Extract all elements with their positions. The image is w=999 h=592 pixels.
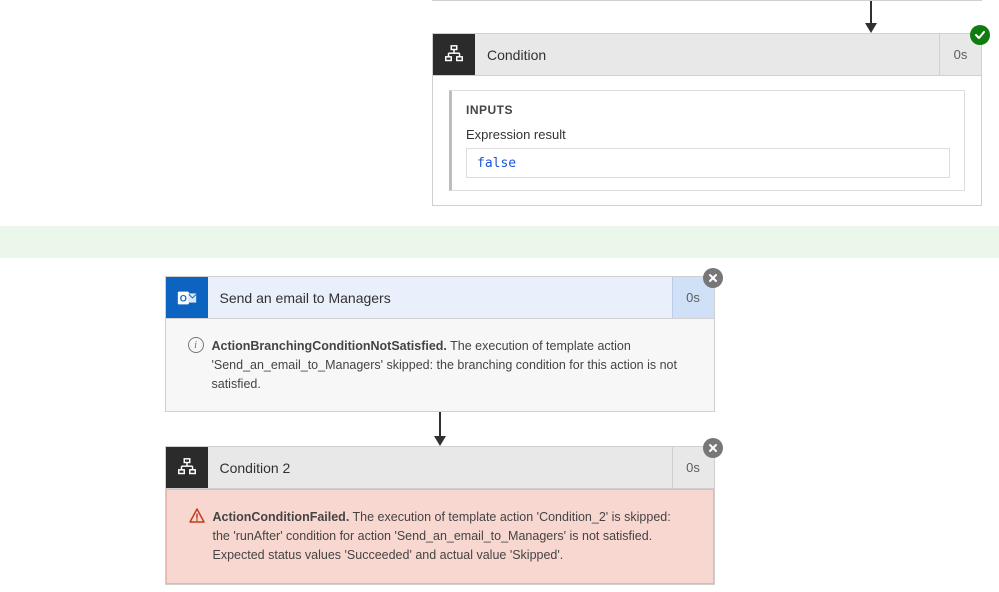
email-skip-message: ActionBranchingConditionNotSatisfied. Th… <box>212 337 692 393</box>
condition2-card[interactable]: Condition 2 0s ActionConditionFailed. Th… <box>165 446 715 584</box>
branch-band <box>0 226 999 258</box>
status-skipped-icon-2 <box>703 438 723 458</box>
expression-result-value: false <box>477 156 516 171</box>
outlook-icon: O <box>166 277 208 318</box>
expression-result-value-box: false <box>466 148 950 178</box>
warning-icon <box>189 508 205 524</box>
condition-icon-2 <box>166 447 208 488</box>
inputs-panel: INPUTS Expression result false <box>449 90 965 191</box>
info-icon: i <box>188 337 204 353</box>
flow-connector-2 <box>434 412 446 446</box>
condition-card-header[interactable]: Condition 0s <box>433 34 981 76</box>
email-card[interactable]: O Send an email to Managers 0s i ActionB… <box>165 276 715 412</box>
email-card-header[interactable]: O Send an email to Managers 0s <box>166 277 714 319</box>
condition-card[interactable]: Condition 0s INPUTS Expression result fa… <box>432 33 982 206</box>
svg-text:O: O <box>179 293 186 303</box>
expression-result-label: Expression result <box>466 127 950 142</box>
email-card-title: Send an email to Managers <box>208 277 672 318</box>
condition-card-title: Condition <box>475 34 939 75</box>
condition2-card-header[interactable]: Condition 2 0s <box>166 447 714 489</box>
flow-connector <box>742 1 999 33</box>
condition2-fail-message: ActionConditionFailed. The execution of … <box>213 508 691 564</box>
condition-icon <box>433 34 475 75</box>
status-success-icon <box>970 25 990 45</box>
inputs-panel-title: INPUTS <box>466 103 950 117</box>
condition2-card-title: Condition 2 <box>208 447 672 488</box>
status-skipped-icon <box>703 268 723 288</box>
